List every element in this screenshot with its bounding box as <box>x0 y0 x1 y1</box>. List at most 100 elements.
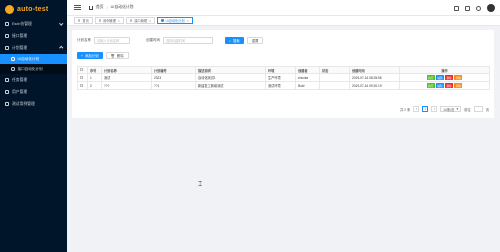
sidebar-item-user[interactable]: 用户管理 <box>0 86 67 98</box>
close-icon[interactable]: × <box>149 19 151 23</box>
sidebar-subitem-label: UI自动化计划 <box>17 56 40 61</box>
search-icon: ⌕ <box>229 38 231 43</box>
detail-button[interactable]: 详情 <box>454 83 463 88</box>
home-icon <box>89 5 93 10</box>
create-time-label: 创建时间 <box>146 38 160 42</box>
sidebar-subitem-api-plan[interactable]: 接口自动化计划 <box>0 64 67 74</box>
sidebar-item-task[interactable]: 任务管理 <box>0 74 67 86</box>
column-header: 计划名称 <box>101 66 152 74</box>
cell-env: 生产环境 <box>265 73 296 82</box>
sidebar-item-label: 测试用例管理 <box>12 101 35 106</box>
sidebar-item-case[interactable]: 测试用例管理 <box>0 98 67 110</box>
column-header: 状态 <box>319 66 350 74</box>
table-row: 1 测试 2323 自动化测试1 生产环境 zhuoke 2019-07-16 … <box>77 73 490 82</box>
table-row: 2 ??? ??1 新建复工新增测试 测试环境 Bold 2019-07-16 … <box>77 81 490 90</box>
action-bar: + 添加计划 🗑 删除 <box>77 52 129 59</box>
task-icon <box>5 78 9 82</box>
table-header-row: 序号 计划名称 计划编号 描述说明 环境 创建者 状态 创建时间 操作 <box>77 66 490 74</box>
cell-status <box>319 81 350 90</box>
search-form: 计划名称 请输入计划名称 创建时间 选择创建时间 ⌕ 搜索 重置 <box>77 37 264 44</box>
header-tools <box>454 4 495 12</box>
column-header: 操作 <box>399 66 490 74</box>
close-icon[interactable]: × <box>118 19 120 23</box>
prev-page-button[interactable]: ‹ <box>413 106 420 112</box>
reset-button[interactable]: 重置 <box>246 37 264 44</box>
cell-code: ??1 <box>151 81 196 90</box>
cell-creator: Bold <box>295 81 320 90</box>
tab-dot-icon <box>78 19 81 22</box>
sidebar-item-api[interactable]: 接口管理 <box>0 30 67 42</box>
delete-button[interactable]: 🗑 删除 <box>105 52 129 59</box>
search-button[interactable]: ⌕ 搜索 <box>225 37 244 44</box>
cell-name: 测试 <box>101 73 152 82</box>
column-header: 序号 <box>87 66 102 74</box>
fullscreen-icon[interactable] <box>465 5 470 11</box>
sidebar-item-label: Esxb仿管理 <box>12 21 32 26</box>
run-button[interactable]: 执行 <box>426 83 435 88</box>
edit-button[interactable]: 编辑 <box>435 75 444 80</box>
select-all-checkbox[interactable] <box>77 66 88 74</box>
logo[interactable]: auto-test <box>0 0 67 18</box>
menu-toggle-icon[interactable] <box>74 5 81 10</box>
tab-api[interactable]: 接口管理 × <box>125 17 156 24</box>
cell-index: 2 <box>87 81 102 90</box>
column-header: 创建时间 <box>349 66 400 74</box>
plan-icon <box>5 46 9 50</box>
cell-env: 测试环境 <box>265 81 296 90</box>
bell-icon[interactable] <box>476 5 481 11</box>
breadcrumb-item: UI自动化计划 <box>110 5 134 9</box>
pagination: 共 2 条 ‹ 1 › 10条/页 ▾ 前往 页 <box>400 106 489 112</box>
edit-button[interactable]: 编辑 <box>435 83 444 88</box>
delete-row-button[interactable]: 删除 <box>445 75 454 80</box>
cell-desc: 新建复工新增测试 <box>195 81 266 90</box>
sidebar-item-plan[interactable]: 计划管理 <box>0 42 67 54</box>
add-plan-button[interactable]: + 添加计划 <box>77 52 103 59</box>
logo-icon <box>5 4 14 14</box>
close-icon[interactable]: × <box>187 19 189 23</box>
cell-name: ??? <box>101 81 152 90</box>
plan-table: 序号 计划名称 计划编号 描述说明 环境 创建者 状态 创建时间 操作 1 测试… <box>77 66 490 90</box>
breadcrumb: 首页 / UI自动化计划 <box>89 5 133 10</box>
page-unit-label: 页 <box>485 107 489 112</box>
sidebar-item-home[interactable]: Esxb仿管理 <box>0 18 67 30</box>
tab-home[interactable]: 首页 <box>74 17 93 24</box>
cell-desc: 自动化测试1 <box>195 73 266 82</box>
page-number[interactable]: 1 <box>422 106 429 112</box>
top-bar: 首页 / UI自动化计划 <box>67 0 500 16</box>
goto-page-input[interactable] <box>473 106 483 112</box>
column-header: 计划编号 <box>151 66 196 74</box>
plan-name-input[interactable]: 请输入计划名称 <box>94 37 130 44</box>
row-checkbox[interactable] <box>77 73 88 82</box>
breadcrumb-item[interactable]: 首页 <box>96 5 104 10</box>
tab-dot-icon <box>161 19 164 22</box>
sidebar-item-label: 接口管理 <box>12 33 28 38</box>
tab-label: UI自动化计划 <box>165 19 185 23</box>
avatar[interactable] <box>487 4 495 12</box>
delete-row-button[interactable]: 删除 <box>445 83 454 88</box>
next-page-button[interactable]: › <box>431 106 438 112</box>
lock-icon[interactable] <box>454 5 459 11</box>
sidebar-item-label: 用户管理 <box>12 89 28 94</box>
goto-label: 前往 <box>464 107 471 112</box>
column-header: 描述说明 <box>195 66 266 74</box>
chevron-down-icon <box>58 21 63 26</box>
tab-label: 接口管理 <box>134 19 148 23</box>
trash-icon: 🗑 <box>110 53 115 58</box>
cell-code: 2323 <box>151 73 196 82</box>
tab-case[interactable]: 用例管理 × <box>94 17 124 24</box>
page-size-select[interactable]: 10条/页 ▾ <box>440 106 462 112</box>
cell-ops: 执行 编辑 删除 详情 <box>399 73 490 82</box>
api-icon <box>5 34 9 38</box>
row-checkbox[interactable] <box>77 81 88 90</box>
tab-label: 首页 <box>82 19 89 23</box>
create-time-input[interactable]: 选择创建时间 <box>163 37 213 44</box>
cell-created: 2019-07-16 09:20:19 <box>349 81 400 90</box>
plus-icon: + <box>81 53 83 58</box>
run-button[interactable]: 执行 <box>426 75 435 80</box>
sidebar-subitem-ui-plan[interactable]: UI自动化计划 <box>0 54 67 64</box>
tab-label: 用例管理 <box>103 19 116 23</box>
tab-ui-plan[interactable]: UI自动化计划 × <box>157 17 193 24</box>
home-icon <box>5 22 9 26</box>
cell-ops: 执行 编辑 删除 详情 <box>399 81 490 90</box>
detail-button[interactable]: 详情 <box>454 75 463 80</box>
